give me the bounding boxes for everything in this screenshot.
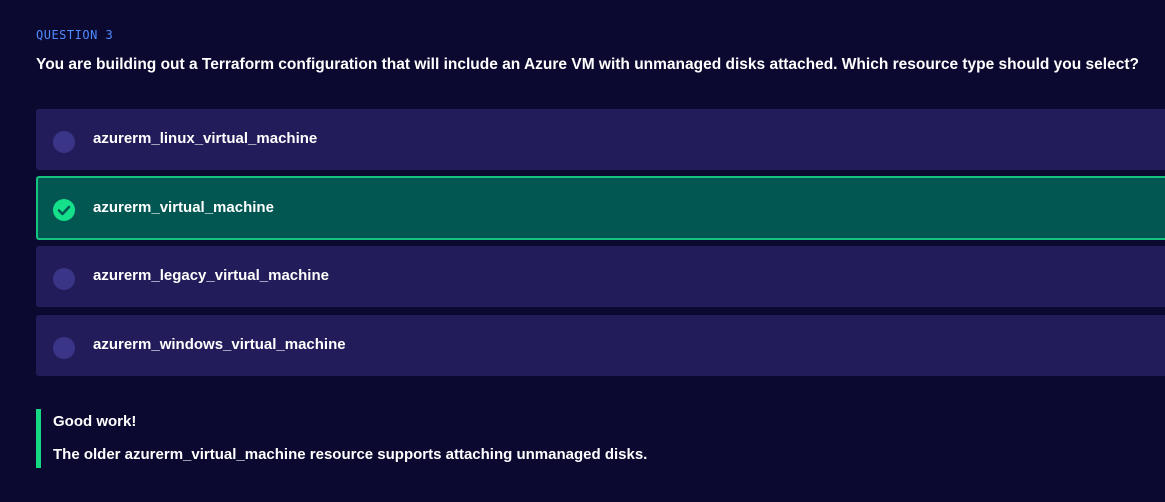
feedback-panel: Good work! The older azurerm_virtual_mac… bbox=[36, 409, 647, 468]
answer-option-label: azurerm_legacy_virtual_machine bbox=[93, 267, 329, 284]
answer-option-linux[interactable]: azurerm_linux_virtual_machine bbox=[36, 109, 1165, 170]
answer-option-label: azurerm_windows_virtual_machine bbox=[93, 336, 346, 353]
answer-option-windows[interactable]: azurerm_windows_virtual_machine bbox=[36, 315, 1165, 376]
answer-option-label: azurerm_linux_virtual_machine bbox=[93, 130, 318, 147]
radio-circle-icon[interactable] bbox=[53, 130, 75, 153]
answer-options: azurerm_linux_virtual_machine azurerm_vi… bbox=[36, 109, 1165, 384]
feedback-text: The older azurerm_virtual_machine resour… bbox=[53, 446, 648, 463]
radio-circle-icon[interactable] bbox=[53, 267, 75, 290]
feedback-title: Good work! bbox=[53, 413, 137, 430]
answer-option-label: azurerm_virtual_machine bbox=[93, 198, 274, 216]
answer-option-virtual-machine[interactable]: azurerm_virtual_machine bbox=[36, 176, 1165, 240]
radio-circle-icon[interactable] bbox=[53, 336, 75, 359]
question-label: QUESTION 3 bbox=[36, 28, 114, 42]
checkmark-icon bbox=[57, 205, 71, 216]
answer-option-legacy[interactable]: azurerm_legacy_virtual_machine bbox=[36, 246, 1165, 307]
question-text: You are building out a Terraform configu… bbox=[36, 56, 1139, 73]
check-circle-icon[interactable] bbox=[53, 199, 75, 221]
